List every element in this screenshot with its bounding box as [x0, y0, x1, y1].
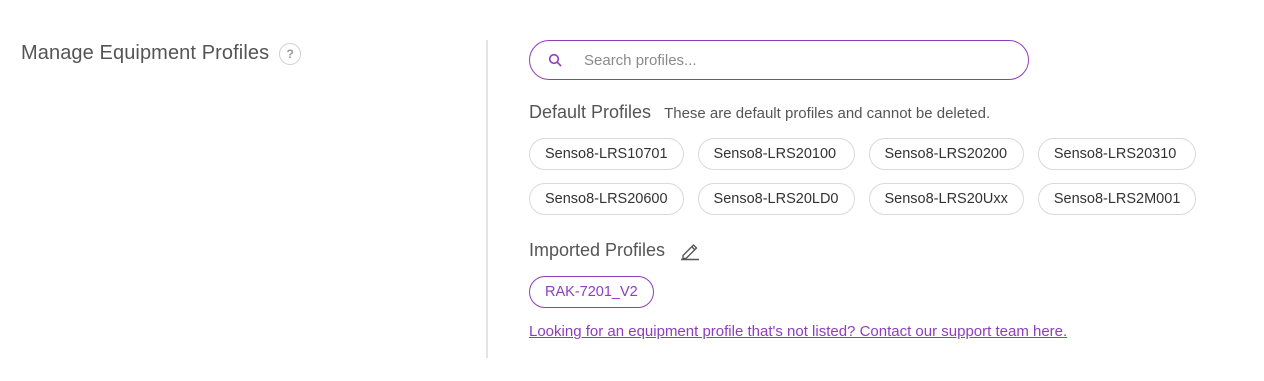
- profile-chip[interactable]: Senso8-LRS20600: [529, 183, 684, 215]
- search-box[interactable]: [529, 40, 1029, 80]
- section-title: Manage Equipment Profiles: [21, 42, 270, 64]
- default-profiles-list: Senso8-LRS10701 Senso8-LRS20100 Senso8-L…: [529, 138, 1229, 215]
- search-icon: [548, 53, 562, 67]
- profile-chip[interactable]: Senso8-LRS20LD0: [697, 183, 855, 215]
- search-input[interactable]: [582, 50, 1006, 70]
- profile-chip[interactable]: Senso8-LRS20100: [697, 138, 855, 170]
- profile-chip[interactable]: Senso8-LRS2M001: [1037, 183, 1197, 215]
- vertical-divider: [486, 40, 488, 358]
- profile-chip[interactable]: Senso8-LRS20310: [1037, 138, 1197, 170]
- imported-profile-chip[interactable]: RAK-7201_V2: [529, 276, 654, 308]
- default-profiles-note: These are default profiles and cannot be…: [664, 105, 991, 122]
- default-profiles-title: Default Profiles: [529, 102, 652, 122]
- imported-profiles-header: Imported Profiles: [529, 239, 1229, 261]
- section-header: Manage Equipment Profiles ?: [21, 42, 302, 65]
- pencil-icon[interactable]: [679, 239, 701, 261]
- support-link[interactable]: Looking for an equipment profile that's …: [529, 323, 1229, 340]
- equipment-profiles-page: Manage Equipment Profiles ? Default Prof…: [0, 0, 1264, 381]
- default-profiles-header: Default Profiles These are default profi…: [529, 102, 1229, 123]
- profile-chip[interactable]: Senso8-LRS20Uxx: [868, 183, 1024, 215]
- profile-chip[interactable]: Senso8-LRS20200: [868, 138, 1024, 170]
- imported-profiles-title: Imported Profiles: [529, 239, 666, 260]
- profiles-panel: Default Profiles These are default profi…: [529, 40, 1229, 340]
- profile-chip[interactable]: Senso8-LRS10701: [529, 138, 684, 170]
- help-icon[interactable]: ?: [279, 42, 302, 65]
